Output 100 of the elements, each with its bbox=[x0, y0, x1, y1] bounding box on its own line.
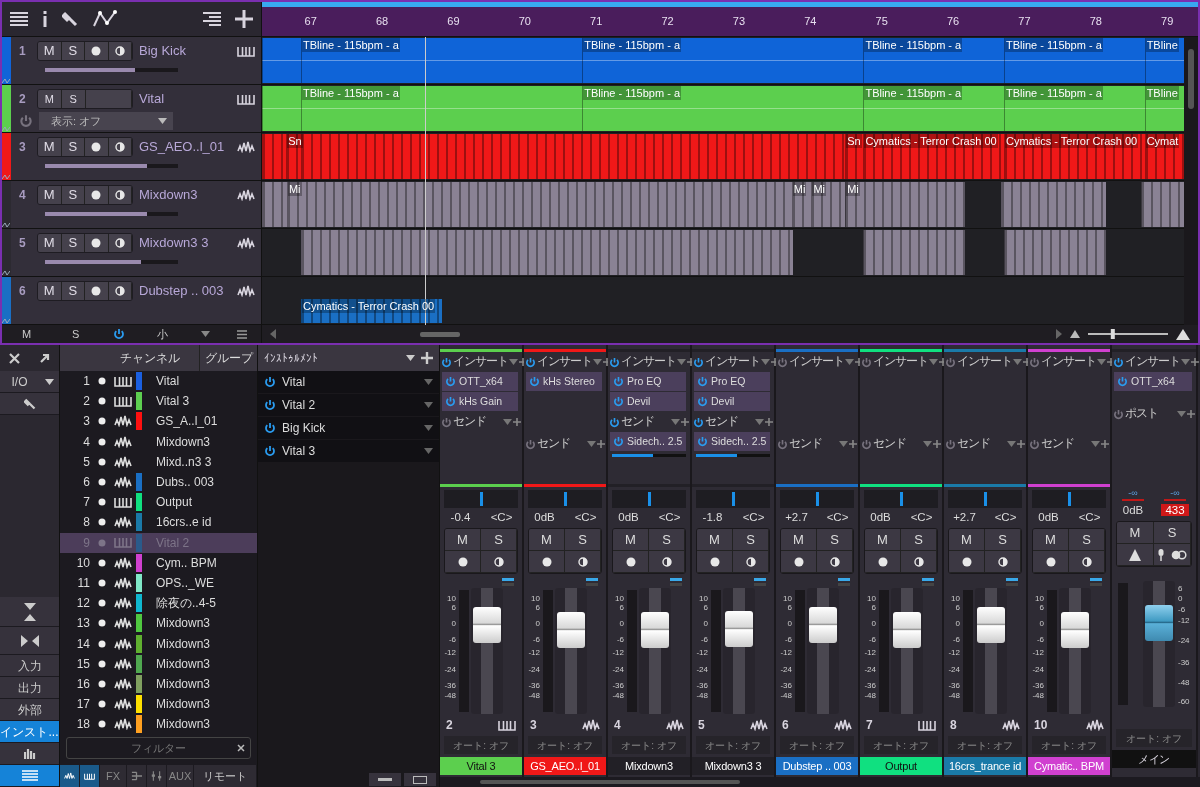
track-button[interactable]: M bbox=[38, 42, 62, 60]
mute-solo-button[interactable]: S bbox=[733, 529, 769, 551]
volume-slider-track[interactable] bbox=[45, 164, 178, 168]
fader-track[interactable] bbox=[807, 588, 839, 714]
fader-handle[interactable] bbox=[557, 611, 585, 648]
midi-clip[interactable]: TBline - 115bpm - a bbox=[863, 38, 1004, 83]
channel-row[interactable]: 11 OPS.._WE bbox=[60, 572, 257, 594]
talkback-button[interactable] bbox=[1154, 544, 1191, 566]
scrollbar-thumb[interactable] bbox=[480, 780, 740, 784]
record-button[interactable] bbox=[781, 551, 817, 573]
pan-slider[interactable] bbox=[948, 490, 1022, 508]
track-button[interactable]: S bbox=[61, 282, 85, 300]
mute-solo-button[interactable]: S bbox=[481, 529, 517, 551]
send-slot[interactable]: Sidech.. 2.5 bbox=[610, 432, 686, 451]
channel-row[interactable]: 5 Mixd..n3 3 bbox=[60, 451, 257, 472]
track-name[interactable]: Big Kick bbox=[139, 41, 237, 61]
pan-slider[interactable] bbox=[780, 490, 854, 508]
monitor-button[interactable] bbox=[108, 282, 132, 300]
mute-solo-button[interactable]: M bbox=[38, 90, 62, 108]
automation-button[interactable]: オート: オフ bbox=[528, 736, 602, 754]
section-label[interactable]: センド bbox=[873, 435, 922, 453]
track-button[interactable]: S bbox=[61, 186, 85, 204]
fader-handle[interactable] bbox=[641, 611, 669, 648]
section-label[interactable]: インサート bbox=[705, 353, 760, 371]
mute-solo-button[interactable]: S bbox=[1154, 522, 1191, 544]
pan-slider[interactable] bbox=[1032, 490, 1106, 508]
track-button[interactable]: S bbox=[61, 138, 85, 156]
panel-tab[interactable]: 出力 bbox=[0, 677, 59, 699]
record-button[interactable] bbox=[697, 551, 733, 573]
audio-clip[interactable]: Cymatics - Terror Crash 00 bbox=[863, 134, 1004, 179]
pan-slider[interactable] bbox=[612, 490, 686, 508]
send-level-track[interactable] bbox=[696, 454, 770, 457]
timeline-ruler[interactable]: 67 68 69 70 71 72 73 74 75 76 77 78 79 bbox=[262, 2, 1198, 37]
meter-mode-icon[interactable] bbox=[670, 578, 682, 586]
insert-slot[interactable]: OTT_x64 bbox=[1114, 372, 1192, 391]
audio-clip[interactable]: Cymatics - Terror Crash 00 bbox=[1004, 134, 1145, 179]
scrollbar-thumb[interactable] bbox=[420, 331, 460, 337]
audio-clip[interactable]: Mi bbox=[286, 182, 792, 227]
io-button[interactable]: I/O bbox=[0, 371, 39, 393]
monitor-button[interactable] bbox=[817, 551, 853, 573]
midi-clip[interactable]: TBline bbox=[1144, 38, 1184, 83]
mute-solo-button[interactable]: S bbox=[901, 529, 937, 551]
fader-track[interactable] bbox=[555, 588, 587, 714]
track-list-icon[interactable] bbox=[203, 12, 221, 26]
restore-button[interactable] bbox=[404, 773, 436, 787]
audio-clip[interactable]: Mi bbox=[791, 182, 812, 227]
record-button[interactable] bbox=[85, 282, 109, 300]
track-name[interactable]: Mixdown3 3 bbox=[139, 233, 237, 253]
mute-solo-button[interactable]: M bbox=[949, 529, 985, 551]
track-name[interactable]: Vital bbox=[139, 89, 237, 109]
automation-button[interactable]: オート: オフ bbox=[780, 736, 854, 754]
pan-slider[interactable] bbox=[696, 490, 770, 508]
record-button[interactable] bbox=[949, 551, 985, 573]
monitor-button[interactable] bbox=[108, 186, 132, 204]
mute-solo-button[interactable]: M bbox=[781, 529, 817, 551]
panel-tab[interactable]: 入力 bbox=[0, 655, 59, 677]
monitor-button[interactable] bbox=[733, 551, 769, 573]
close-icon[interactable] bbox=[9, 352, 21, 364]
volume-slider-track[interactable] bbox=[45, 68, 178, 72]
display-dropdown[interactable]: 表示: オフ bbox=[39, 112, 173, 130]
audio-clip[interactable] bbox=[262, 134, 287, 179]
channel-row[interactable]: 13 Mixdown3 bbox=[60, 613, 257, 634]
channel-row[interactable]: 3 GS_A..l_01 bbox=[60, 411, 257, 432]
channel-row[interactable]: 10 Cym.. BPM bbox=[60, 552, 257, 573]
meter-mode-icon[interactable] bbox=[502, 578, 514, 586]
section-label[interactable]: センド bbox=[957, 435, 1006, 453]
mute-solo-button[interactable]: S bbox=[565, 529, 601, 551]
fader-track[interactable] bbox=[639, 588, 671, 714]
mute-solo-button[interactable]: S bbox=[1069, 529, 1105, 551]
meter-mode-icon[interactable] bbox=[586, 578, 598, 586]
section-label[interactable]: インサート bbox=[453, 353, 508, 371]
monitor-button[interactable] bbox=[985, 551, 1021, 573]
automation-button[interactable]: オート: オフ bbox=[948, 736, 1022, 754]
record-button[interactable] bbox=[85, 42, 109, 60]
audio-clip[interactable]: Sn bbox=[286, 134, 301, 179]
add-track-icon[interactable] bbox=[235, 10, 253, 28]
record-button[interactable] bbox=[85, 234, 109, 252]
volume-slider-track[interactable] bbox=[45, 212, 178, 216]
insert-slot[interactable]: Devil bbox=[610, 392, 686, 411]
monitor-button[interactable] bbox=[108, 42, 132, 60]
audio-clip[interactable]: Cymatics - Terror Crash 00 bbox=[301, 299, 442, 323]
channel-name-label[interactable]: Mixdown3 bbox=[608, 757, 690, 775]
mute-solo-button[interactable]: M bbox=[613, 529, 649, 551]
monitor-button[interactable] bbox=[649, 551, 685, 573]
audio-clip[interactable] bbox=[301, 230, 794, 275]
audio-clip[interactable] bbox=[301, 134, 846, 179]
mute-solo-button[interactable]: S bbox=[649, 529, 685, 551]
midi-clip[interactable] bbox=[262, 86, 301, 131]
audio-clip[interactable]: Mi bbox=[811, 182, 846, 227]
meter-view-button[interactable] bbox=[0, 743, 59, 765]
section-label[interactable]: インサート bbox=[789, 353, 844, 371]
record-button[interactable] bbox=[85, 138, 109, 156]
panel-tab[interactable]: インスト... bbox=[0, 721, 59, 743]
zoom-in-icon[interactable] bbox=[1176, 328, 1190, 340]
section-label[interactable]: インサート bbox=[537, 353, 592, 371]
size-dropdown[interactable]: 小 bbox=[137, 324, 187, 344]
view-tab[interactable]: FX bbox=[100, 765, 127, 787]
filter-field[interactable]: フィルター bbox=[66, 737, 251, 760]
midi-clip[interactable]: TBline - 115bpm - a bbox=[582, 86, 864, 131]
left-arrow-icon[interactable] bbox=[270, 329, 276, 339]
